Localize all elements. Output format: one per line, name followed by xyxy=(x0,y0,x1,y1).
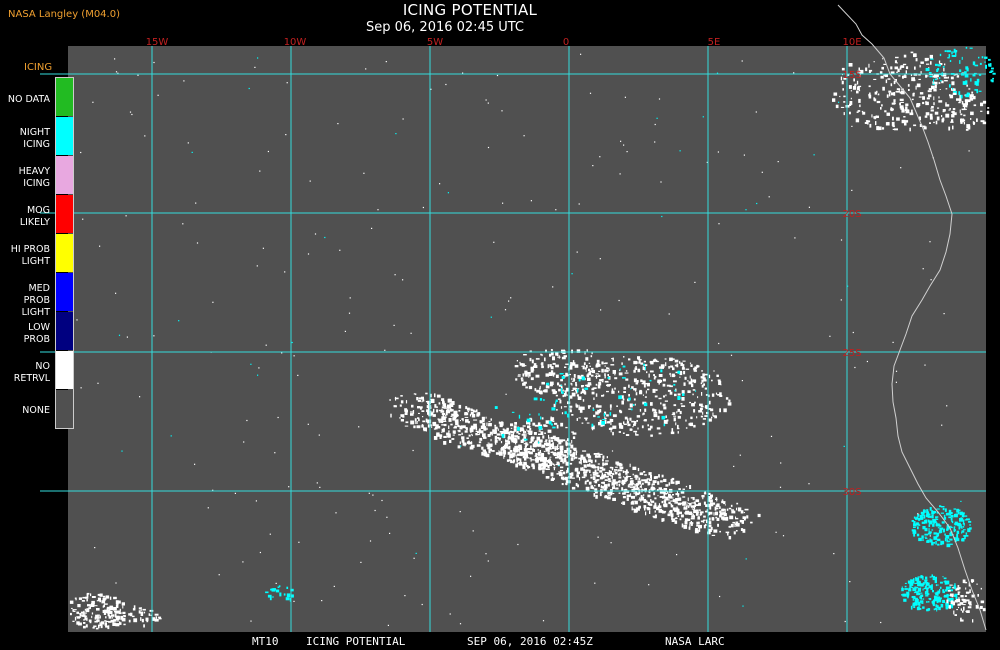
legend-swatch-none xyxy=(56,390,74,428)
lat-label-25s: 25S xyxy=(842,348,861,359)
legend-swatch-no-retrvl xyxy=(56,351,74,389)
legend-title: ICING xyxy=(24,62,53,73)
icing-map: 15W 10W 5W 0 5E 10E 15S 20S 25S 30S xyxy=(40,4,996,632)
lon-label-10w: 10W xyxy=(284,37,307,48)
legend-label-mog-likely: MOG LIKELY xyxy=(19,205,50,228)
legend-label-med-prob-light: MED PROB LIGHT xyxy=(21,283,50,318)
footer-bar: MT10 ICING POTENTIAL SEP 06, 2016 02:45Z… xyxy=(0,634,1000,650)
footer-agency: NASA LARC xyxy=(665,635,725,648)
legend-label-night-icing: NIGHT ICING xyxy=(19,127,50,150)
legend-swatch-hi-prob-light xyxy=(56,234,74,272)
footer-name: ICING POTENTIAL xyxy=(306,635,406,648)
source-label: NASA Langley (M04.0) xyxy=(8,9,120,20)
lon-label-5e: 5E xyxy=(708,37,721,48)
legend-label-hi-prob-light: HI PROB LIGHT xyxy=(10,244,50,267)
lat-label-15s: 15S xyxy=(842,70,861,81)
footer-product: MT10 xyxy=(252,635,279,648)
lon-label-0: 0 xyxy=(563,37,569,48)
lat-label-30s: 30S xyxy=(842,487,861,498)
map-timestamp: Sep 06, 2016 02:45 UTC xyxy=(365,20,525,35)
legend-label-no-retrvl: NO RETRVL xyxy=(13,361,50,384)
lon-label-10e: 10E xyxy=(842,37,861,48)
legend-swatch-med-prob-light xyxy=(56,273,74,311)
map-title: ICING POTENTIAL xyxy=(402,1,538,19)
footer-date: SEP 06, 2016 02:45Z xyxy=(467,635,593,648)
map-background xyxy=(68,46,986,632)
lon-label-5w: 5W xyxy=(427,37,443,48)
legend-label-low-prob: LOW PROB xyxy=(23,322,50,345)
lat-label-20s: 20S xyxy=(842,209,861,220)
lon-label-15w: 15W xyxy=(146,37,169,48)
legend-label-heavy-icing: HEAVY ICING xyxy=(18,166,50,189)
legend-swatch-heavy-icing xyxy=(56,156,74,194)
legend-swatch-low-prob xyxy=(56,312,74,350)
legend-swatch-no-data xyxy=(56,78,74,116)
legend-swatch-mog-likely xyxy=(56,195,74,233)
legend-label-none: NONE xyxy=(22,405,50,416)
legend-swatch-night-icing xyxy=(56,117,74,155)
legend-label-no-data: NO DATA xyxy=(7,94,50,105)
